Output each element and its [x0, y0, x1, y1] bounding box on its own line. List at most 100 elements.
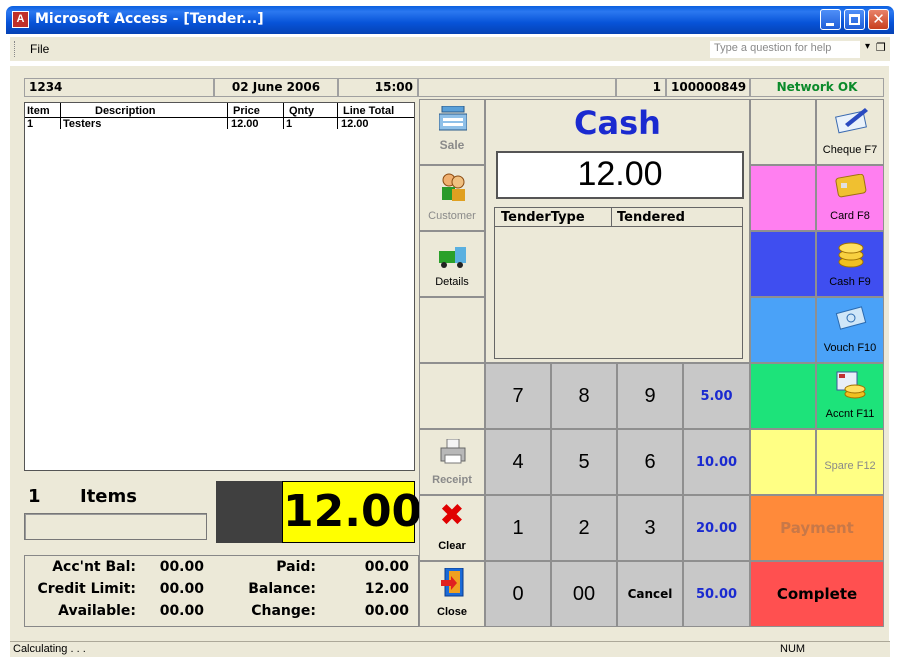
col-line-total: Line Total: [343, 105, 395, 117]
clear-button[interactable]: ✖ Clear: [419, 495, 485, 561]
cash-label: Cash F9: [829, 276, 871, 288]
quick-10-button[interactable]: 10.00: [683, 429, 750, 495]
credit-card-icon: [835, 174, 867, 198]
account-swatch: [750, 363, 816, 429]
customer-label: Customer: [428, 210, 476, 222]
grand-total: 12.00: [282, 481, 422, 543]
cash-button[interactable]: Cash F9: [816, 231, 884, 297]
cheque-label: Cheque F7: [822, 144, 878, 156]
change-label: Change:: [251, 603, 316, 619]
complete-button[interactable]: Complete: [750, 561, 884, 627]
tender-type-title: Cash: [574, 104, 661, 142]
col-divider: [337, 103, 338, 129]
row-price: 12.00: [231, 118, 259, 130]
spare-swatch: [750, 429, 816, 495]
key-5[interactable]: 5: [551, 429, 617, 495]
title-bar: A Microsoft Access - [Tender...] ✕: [6, 6, 894, 34]
time-field: 15:00: [338, 78, 418, 97]
tender-list[interactable]: TenderType Tendered: [494, 207, 743, 359]
cash-swatch: [750, 231, 816, 297]
items-list[interactable]: Item Description Price Qnty Line Total 1…: [24, 102, 415, 471]
minimize-icon: [826, 23, 834, 26]
blank-tool-button-2[interactable]: [419, 363, 485, 429]
header-blank: [418, 78, 616, 97]
help-dropdown-icon[interactable]: ▾: [865, 41, 870, 52]
transaction-number: 100000849: [666, 78, 750, 97]
close-form-button[interactable]: Close: [419, 561, 485, 627]
quick-5-button[interactable]: 5.00: [683, 363, 750, 429]
items-label: Items: [80, 486, 137, 507]
cheque-swatch: [750, 99, 816, 165]
key-8[interactable]: 8: [551, 363, 617, 429]
tender-amount-input[interactable]: 12.00: [496, 151, 744, 199]
close-icon: ✕: [872, 10, 885, 28]
cheque-button[interactable]: Cheque F7: [816, 99, 884, 165]
credit-limit-label: Credit Limit:: [37, 581, 136, 597]
row-qnty: 1: [286, 118, 293, 130]
key-00[interactable]: 00: [551, 561, 617, 627]
minimize-button[interactable]: [820, 9, 841, 30]
delivery-truck-icon: [439, 247, 466, 268]
help-search-input[interactable]: Type a question for help: [710, 41, 860, 58]
col-divider: [283, 103, 284, 129]
account-ledger-icon: [836, 371, 866, 399]
col-item: Item: [27, 105, 50, 117]
key-3[interactable]: 3: [617, 495, 683, 561]
item-entry-field[interactable]: [24, 513, 207, 540]
voucher-button[interactable]: Vouch F10: [816, 297, 884, 363]
clear-label: Clear: [438, 540, 466, 552]
row-line-total: 12.00: [341, 118, 369, 130]
key-1[interactable]: 1: [485, 495, 551, 561]
quick-50-button[interactable]: 50.00: [683, 561, 750, 627]
account-field: 1234: [24, 78, 214, 97]
sale-button[interactable]: Sale: [419, 99, 485, 165]
quick-20-button[interactable]: 20.00: [683, 495, 750, 561]
col-divider: [227, 103, 228, 129]
cancel-button[interactable]: Cancel: [617, 561, 683, 627]
key-6[interactable]: 6: [617, 429, 683, 495]
receipt-button[interactable]: Receipt: [419, 429, 485, 495]
row-description: Testers: [63, 118, 102, 130]
maximize-button[interactable]: [844, 9, 865, 30]
details-button[interactable]: Details: [419, 231, 485, 297]
card-swatch: [750, 165, 816, 231]
key-4[interactable]: 4: [485, 429, 551, 495]
cash-register-icon: [439, 106, 467, 131]
key-7[interactable]: 7: [485, 363, 551, 429]
restore-child-icon[interactable]: ❐: [876, 41, 886, 54]
menu-file[interactable]: File: [30, 42, 49, 56]
customer-button[interactable]: Customer: [419, 165, 485, 231]
printer-icon: [440, 439, 466, 464]
balance-label: Balance:: [248, 581, 316, 597]
available-label: Available:: [58, 603, 136, 619]
key-9[interactable]: 9: [617, 363, 683, 429]
spare-button[interactable]: Spare F12: [816, 429, 884, 495]
sale-label: Sale: [439, 138, 465, 152]
acc-bal-value: 00.00: [159, 559, 204, 575]
col-price: Price: [233, 105, 260, 117]
blank-tool-button[interactable]: [419, 297, 485, 363]
items-count: 1: [28, 486, 41, 507]
voucher-icon: [835, 306, 867, 330]
receipt-label: Receipt: [432, 474, 472, 486]
total-shade: [216, 481, 282, 543]
account-button[interactable]: Accnt F11: [816, 363, 884, 429]
key-0[interactable]: 0: [485, 561, 551, 627]
balances-panel: Acc'nt Bal: 00.00 Credit Limit: 00.00 Av…: [24, 555, 419, 627]
cheque-icon: [835, 108, 868, 134]
key-2[interactable]: 2: [551, 495, 617, 561]
payment-button[interactable]: Payment: [750, 495, 884, 561]
close-window-button[interactable]: ✕: [868, 9, 889, 30]
date-field: 02 June 2006: [214, 78, 338, 97]
menu-grip: [14, 41, 17, 57]
menu-bar: File Type a question for help ▾ ❐: [10, 37, 890, 61]
col-tendered: Tendered: [617, 210, 685, 225]
card-label: Card F8: [830, 210, 870, 222]
credit-limit-value: 00.00: [159, 581, 204, 597]
tender-panel: Cash 12.00 TenderType Tendered: [485, 99, 750, 363]
card-button[interactable]: Card F8: [816, 165, 884, 231]
voucher-swatch: [750, 297, 816, 363]
change-value: 00.00: [364, 603, 409, 619]
status-text: Calculating . . .: [13, 643, 86, 655]
col-divider: [60, 103, 61, 129]
